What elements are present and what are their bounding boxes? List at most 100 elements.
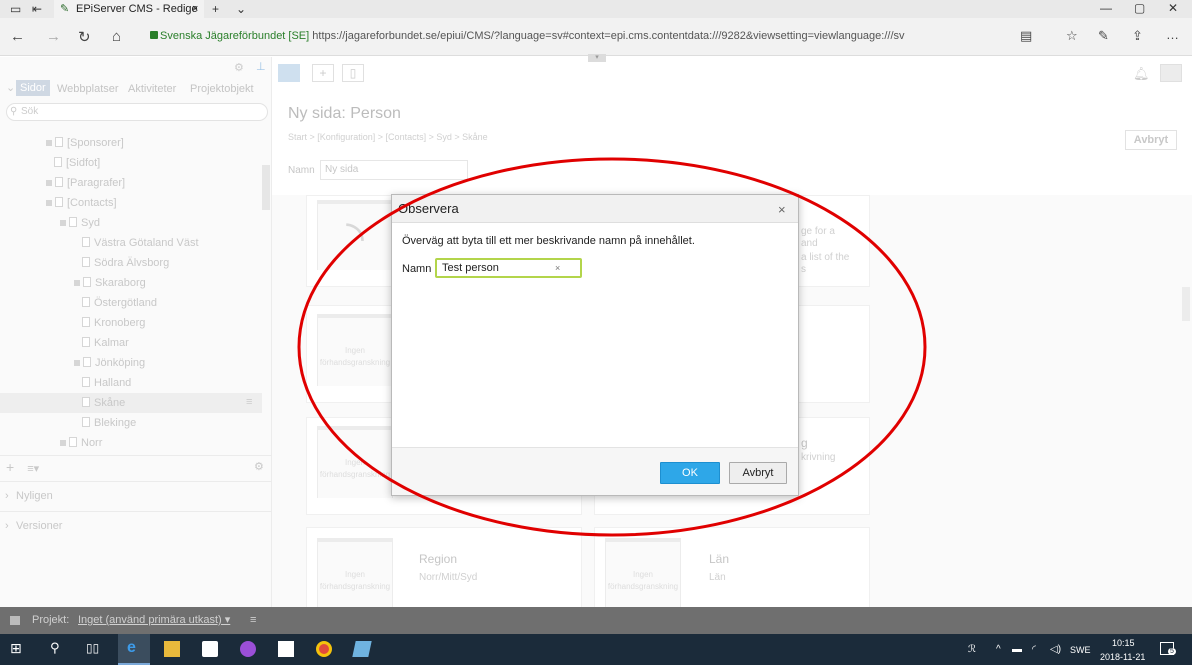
section-nyligen[interactable]: › Nyligen — [0, 481, 272, 509]
pane-settings-icon[interactable]: ⚙ — [234, 61, 244, 74]
tab-webbplatser[interactable]: Webbplatser — [57, 83, 119, 95]
more-icon[interactable]: … — [1166, 27, 1179, 42]
people-icon[interactable]: ℛ — [968, 644, 976, 655]
project-menu-icon[interactable]: ≡ — [250, 607, 256, 634]
tree-settings-icon[interactable]: ⚙ — [254, 456, 264, 478]
maximize-icon[interactable]: ▢ — [1134, 1, 1145, 15]
url-site: Svenska Jägareförbundet [SE] — [160, 30, 310, 42]
page-icon — [82, 257, 90, 267]
tree-item-label: Skaraborg — [95, 277, 146, 289]
preview-device-button[interactable]: ▯ — [342, 64, 364, 82]
wifi-icon[interactable]: ◜ — [1032, 644, 1036, 655]
windows-start-icon[interactable]: ⊞ — [10, 640, 22, 657]
tree-item[interactable]: Skåne — [82, 393, 125, 413]
page-icon — [69, 437, 77, 447]
cancel-button-top[interactable]: Avbryt — [1125, 130, 1177, 150]
tab-sidor[interactable]: Sidor — [16, 80, 50, 96]
task-view-icon[interactable]: ▯▯ — [86, 641, 99, 655]
tree-item[interactable]: [Paragrafer] — [46, 173, 125, 193]
notification-bell-icon[interactable]: 🔔︎ — [1133, 66, 1150, 82]
section-versioner-label: Versioner — [16, 520, 63, 532]
top-panel-toggle-icon[interactable]: ▾ — [588, 54, 606, 62]
tree-item[interactable]: Västra Götaland Väst — [82, 233, 199, 253]
input-language[interactable]: SWE — [1070, 645, 1091, 655]
tab-close-icon[interactable]: × — [192, 0, 198, 18]
clock-date[interactable]: 2018-11-21 — [1100, 652, 1145, 662]
tree-item[interactable]: Östergötland — [82, 293, 157, 313]
tree-item[interactable]: Jönköping — [74, 353, 145, 373]
expand-icon[interactable] — [60, 440, 66, 446]
expand-icon[interactable] — [60, 220, 66, 226]
tree-item[interactable]: [Sidfot] — [54, 153, 100, 173]
mail-icon[interactable] — [278, 641, 294, 657]
close-window-icon[interactable]: ✕ — [1168, 1, 1178, 15]
app-icon-purple[interactable] — [240, 641, 256, 657]
tree-item[interactable]: Kronoberg — [82, 313, 145, 333]
refresh-icon[interactable]: ↻ — [78, 28, 91, 46]
expand-icon[interactable] — [74, 360, 80, 366]
windows-taskbar: ⊞ ⚲ ▯▯ e ℛ ^ ▬ ◜ ◁) SWE 10:15 2018-11-21… — [0, 634, 1192, 665]
tree-item-menu-icon[interactable]: ≡ — [246, 396, 252, 408]
main-scrollbar[interactable] — [1182, 287, 1190, 321]
action-center-icon[interactable]: 5 — [1160, 642, 1176, 655]
expand-icon[interactable] — [74, 280, 80, 286]
store-icon[interactable] — [202, 641, 218, 657]
expand-icon[interactable] — [46, 200, 52, 206]
volume-icon[interactable]: ◁) — [1050, 644, 1061, 655]
notes-app-icon[interactable] — [352, 641, 372, 657]
back-icon[interactable]: ← — [10, 28, 25, 45]
tab-projektobjekt[interactable]: Projektobjekt — [190, 83, 254, 95]
clock-time[interactable]: 10:15 — [1112, 638, 1135, 648]
favorites-icon[interactable]: ☆ — [1066, 28, 1078, 44]
tree-item[interactable]: Halland — [82, 373, 131, 393]
home-icon[interactable]: ⌂ — [112, 28, 121, 45]
tree-item[interactable]: [Contacts] — [46, 193, 117, 213]
expand-icon[interactable] — [46, 180, 52, 186]
tree-item[interactable]: Syd — [60, 213, 100, 233]
page-search-input[interactable]: ⚲ Sök — [6, 103, 268, 121]
add-content-button[interactable]: + — [312, 64, 334, 82]
file-explorer-icon[interactable] — [164, 641, 180, 657]
tab-aside-icon[interactable]: ⇤ — [32, 1, 42, 17]
tree-item-label: Södra Älvsborg — [94, 257, 170, 269]
forward-icon[interactable]: → — [46, 28, 61, 45]
search-icon[interactable]: ⚲ — [50, 640, 60, 656]
tree-item[interactable]: Skaraborg — [74, 273, 146, 293]
show-hidden-icons-icon[interactable]: ^ — [996, 644, 1001, 655]
browser-tab[interactable]: ✎ EPiServer CMS - Redige × — [54, 0, 204, 18]
battery-icon[interactable]: ▬ — [1012, 644, 1022, 655]
tree-item[interactable]: [Sponsorer] — [46, 133, 124, 153]
tree-item[interactable]: Kalmar — [82, 333, 129, 353]
no-preview-thumbnail: Ingen förhandsgranskning — [317, 538, 393, 610]
share-icon[interactable]: ⇪ — [1132, 28, 1143, 44]
tab-aktiviteter[interactable]: Aktiviteter — [128, 83, 176, 95]
section-nyligen-label: Nyligen — [16, 490, 53, 502]
pin-icon[interactable]: ⊥ — [256, 60, 266, 73]
toggle-navigation-button[interactable] — [278, 64, 300, 82]
tree-item[interactable]: Södra Älvsborg — [82, 253, 169, 273]
assets-pane-button[interactable] — [1160, 64, 1182, 82]
tree-item[interactable]: Norr — [60, 433, 102, 453]
expand-icon[interactable] — [46, 140, 52, 146]
page-icon — [82, 317, 90, 327]
pen-icon[interactable]: ✎ — [1098, 28, 1109, 44]
minimize-icon[interactable]: — — [1100, 1, 1112, 15]
tree-item[interactable]: Blekinge — [82, 413, 136, 433]
tree-item-label: Norr — [81, 437, 103, 449]
tab-list-icon[interactable]: ⌄ — [236, 1, 246, 17]
card-subtitle: Norr/Mitt/Syd — [419, 572, 478, 583]
tree-options-icon[interactable]: ≡▾ — [27, 463, 39, 475]
chrome-icon[interactable] — [316, 641, 332, 657]
add-icon[interactable]: + — [6, 459, 14, 475]
section-versioner[interactable]: › Versioner — [0, 511, 272, 539]
collapse-icon[interactable]: ⌄ — [6, 81, 15, 94]
tree-item-label: Kalmar — [94, 337, 129, 349]
new-tab-button[interactable]: + — [212, 1, 219, 17]
url-field[interactable]: Svenska Jägareförbundet [SE] https://jag… — [160, 27, 905, 45]
edge-taskbar-button[interactable]: e — [118, 634, 150, 665]
page-icon — [82, 297, 90, 307]
tab-preview-icon[interactable]: ▭ — [10, 1, 21, 17]
reading-view-icon[interactable]: ▤ — [1020, 28, 1032, 44]
project-selector[interactable]: Inget (använd primära utkast) ▾ — [78, 607, 230, 634]
tree-scrollbar[interactable] — [262, 165, 270, 210]
